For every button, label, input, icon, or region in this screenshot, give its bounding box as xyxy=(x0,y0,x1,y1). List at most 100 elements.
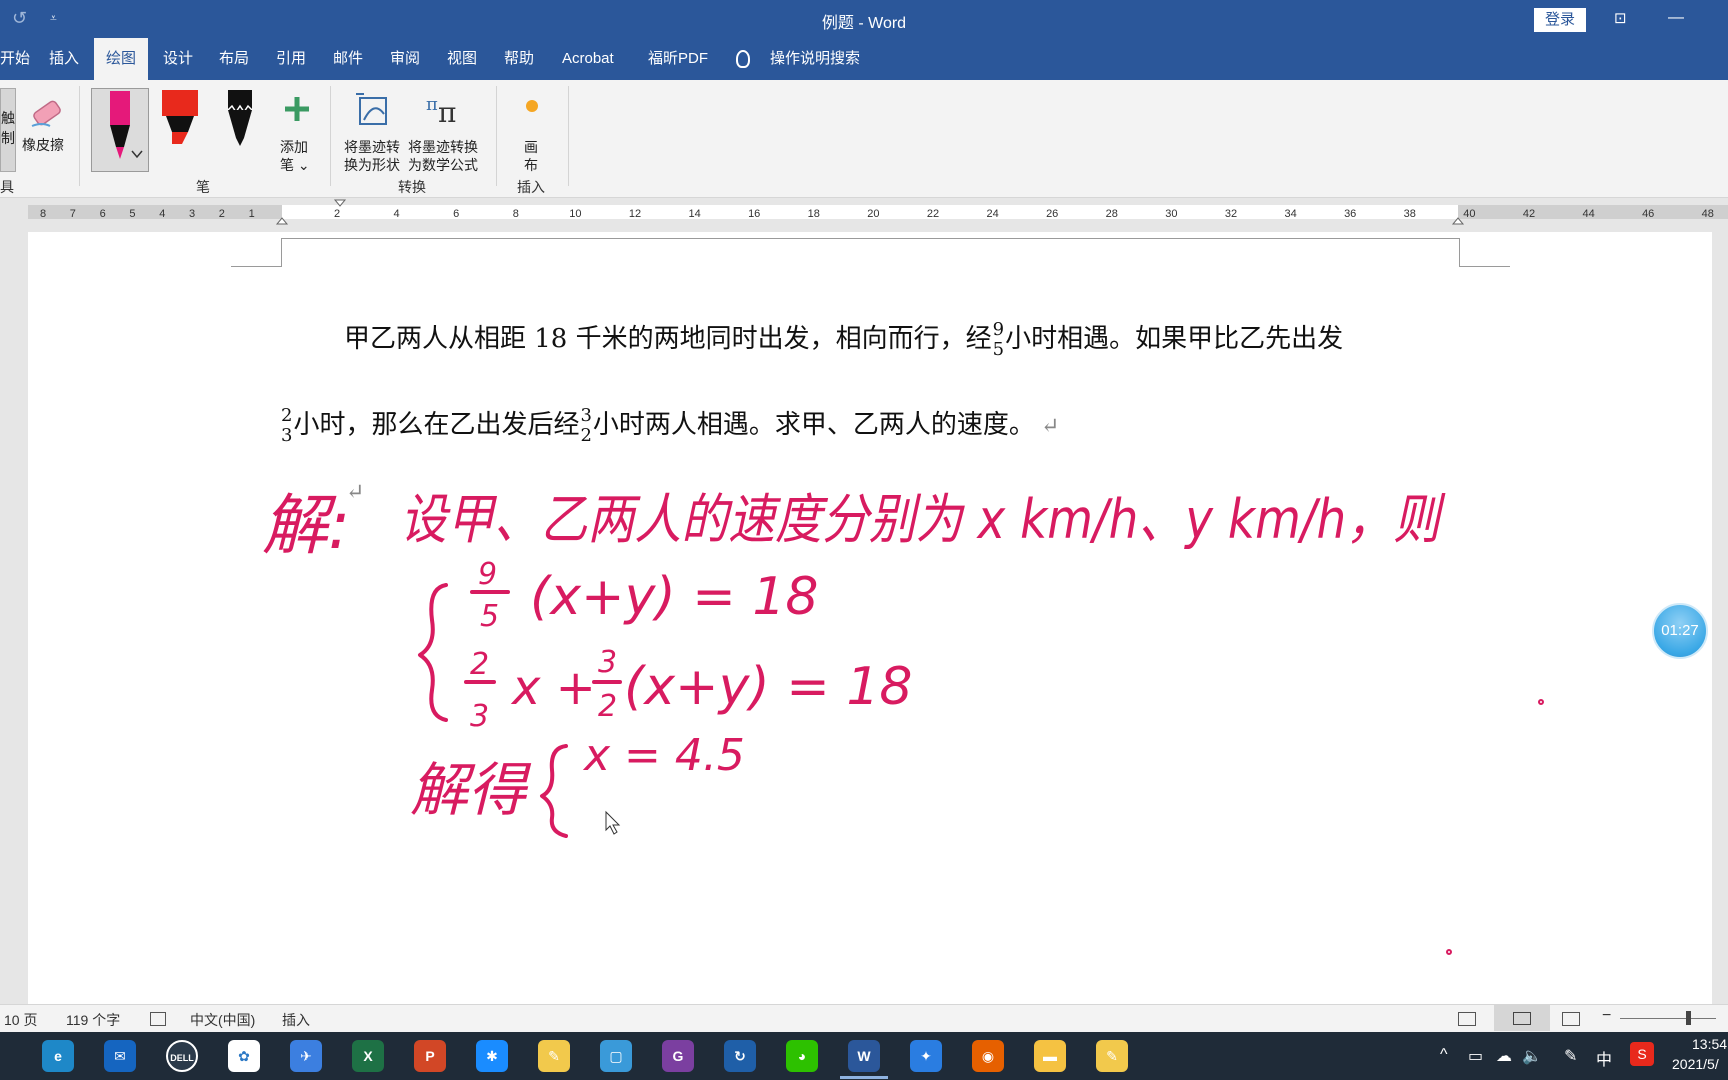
ruler-number: 26 xyxy=(1046,208,1058,220)
clock-time[interactable]: 13:54 xyxy=(1692,1036,1727,1052)
zoom-slider[interactable] xyxy=(1620,1018,1716,1019)
word-count[interactable]: 119 个字 xyxy=(66,1010,120,1030)
canvas-button[interactable]: 画 布 xyxy=(510,88,554,173)
minimize-button[interactable]: — xyxy=(1668,9,1690,27)
tab-layout[interactable]: 布局 xyxy=(219,38,249,80)
ruler-number: 34 xyxy=(1284,208,1296,220)
taskbar-sync-icon[interactable]: ↻ xyxy=(724,1040,756,1072)
add-pen-label-1: 添加 xyxy=(280,139,308,155)
ruler-numbers: 8 7 6 5 4 3 2 1 2 4 6 8 10 12 14 16 18 20 22 24 26 28 30 32 34 36… xyxy=(40,199,1714,225)
paragraph-2[interactable]: 2 3 小时，那么在乙出发后经 3 2 小时两人相遇。求甲、乙两人的速度。 ↵ xyxy=(280,404,1059,446)
print-layout-icon xyxy=(1513,1012,1531,1025)
language-status[interactable]: 中文(中国) xyxy=(190,1010,255,1030)
window-title: 例题 - Word xyxy=(821,15,907,32)
taskbar-firefox-icon[interactable]: ◉ xyxy=(972,1040,1004,1072)
pen-pink-button[interactable] xyxy=(91,88,149,172)
taskbar-kuaishou-icon[interactable]: ✦ xyxy=(910,1040,942,1072)
tab-mailings[interactable]: 邮件 xyxy=(333,38,363,80)
pink-pen-icon xyxy=(110,91,143,159)
tell-me-search[interactable]: 操作说明搜索 xyxy=(770,38,860,80)
tab-view[interactable]: 视图 xyxy=(447,38,477,80)
add-pen-button[interactable]: 添加 笔 ⌄ xyxy=(276,88,316,173)
first-line-indent-marker[interactable] xyxy=(333,199,347,207)
print-layout-view[interactable] xyxy=(1494,1005,1550,1031)
clock-date[interactable]: 2021/5/ xyxy=(1672,1056,1719,1072)
ruler-number: 46 xyxy=(1642,208,1654,220)
ruler-number: 4 xyxy=(394,208,400,220)
zoom-out-button[interactable]: − xyxy=(1602,1007,1611,1025)
page-count[interactable]: 10 页 xyxy=(4,1010,37,1030)
convert-group-label: 转换 xyxy=(398,179,426,195)
recording-timer[interactable]: 01:27 xyxy=(1652,603,1708,659)
touch-draw-label-1: 触 xyxy=(1,110,15,126)
ime-indicator[interactable]: 中 xyxy=(1596,1046,1612,1070)
taskbar-edge-icon[interactable]: e xyxy=(42,1040,74,1072)
taskbar-wechat-icon[interactable]: ◕ xyxy=(786,1040,818,1072)
tab-insert[interactable]: 插入 xyxy=(49,38,79,80)
taskbar-dingtalk-icon[interactable]: ✱ xyxy=(476,1040,508,1072)
left-indent-marker[interactable] xyxy=(275,217,289,225)
eraser-button[interactable]: 橡皮擦 xyxy=(22,88,72,172)
tab-design[interactable]: 设计 xyxy=(163,38,193,80)
taskbar-notes2-icon[interactable]: ✎ xyxy=(1096,1040,1128,1072)
ruler-number: 16 xyxy=(748,208,760,220)
read-mode-icon[interactable] xyxy=(1458,1012,1476,1026)
ink-to-shape-button[interactable]: 将墨迹转 换为形状 xyxy=(342,88,406,173)
document-page[interactable]: 甲乙两人从相距 18 千米的两地同时出发，相向而行，经 9 5 小时相遇。如果甲比乙先… xyxy=(28,232,1712,1004)
taskbar-dell-icon[interactable]: DELL xyxy=(166,1040,198,1072)
network-icon[interactable]: ☁ xyxy=(1496,1046,1512,1066)
group-separator xyxy=(330,86,331,186)
signin-button[interactable]: 登录 xyxy=(1534,8,1586,32)
insert-mode[interactable]: 插入 xyxy=(282,1010,310,1030)
volume-icon[interactable]: 🔈 xyxy=(1522,1046,1542,1066)
battery-icon[interactable]: ▭ xyxy=(1468,1046,1483,1066)
taskbar-feishu-icon[interactable]: ✈ xyxy=(290,1040,322,1072)
horizontal-ruler[interactable]: 8 7 6 5 4 3 2 1 2 4 6 8 10 12 14 16 18 20 22 24 26 28 30 32 34 36… xyxy=(0,198,1728,228)
active-app-indicator xyxy=(840,1076,888,1079)
pen-black-button[interactable] xyxy=(220,88,260,172)
taskbar-explorer-icon[interactable]: ▬ xyxy=(1034,1040,1066,1072)
tab-references[interactable]: 引用 xyxy=(276,38,306,80)
taskbar-photos-icon[interactable]: ✿ xyxy=(228,1040,260,1072)
taskbar-foxit-pdf-icon[interactable]: G xyxy=(662,1040,694,1072)
ruler-number: 3 xyxy=(189,208,195,220)
tab-home[interactable]: 开始 xyxy=(0,38,30,80)
ink-to-math-button[interactable]: π π 将墨迹转换 为数学公式 xyxy=(408,88,484,173)
sogou-ime-icon[interactable]: S xyxy=(1630,1042,1654,1066)
web-layout-icon[interactable] xyxy=(1562,1012,1580,1026)
touch-draw-button[interactable]: 触 制 xyxy=(0,88,16,172)
tab-foxit-pdf[interactable]: 福昕PDF xyxy=(648,38,708,80)
tools-group-label: 具 xyxy=(0,179,14,195)
ruler-number: 12 xyxy=(629,208,641,220)
taskbar-reader-icon[interactable]: ▢ xyxy=(600,1040,632,1072)
taskbar-notes-icon[interactable]: ✎ xyxy=(538,1040,570,1072)
pens-group-label: 笔 xyxy=(196,179,210,195)
status-bar: 10 页 119 个字 中文(中国) 插入 − xyxy=(0,1004,1728,1032)
tray-overflow-icon[interactable]: ^ xyxy=(1440,1046,1448,1064)
document-area[interactable]: 甲乙两人从相距 18 千米的两地同时出发，相向而行，经 9 5 小时相遇。如果甲比乙先… xyxy=(0,228,1728,1004)
pen-tray-icon[interactable]: ✎ xyxy=(1564,1046,1577,1066)
tab-acrobat[interactable]: Acrobat xyxy=(562,38,614,80)
zoom-slider-thumb[interactable] xyxy=(1686,1011,1691,1025)
paragraph-1[interactable]: 甲乙两人从相距 18 千米的两地同时出发，相向而行，经 9 5 小时相遇。如果甲比乙先… xyxy=(344,318,1343,360)
pen-red-button[interactable] xyxy=(158,88,202,172)
ribbon-display-options-icon[interactable]: ⊡ xyxy=(1614,9,1634,27)
svg-text:π: π xyxy=(438,96,456,129)
right-indent-marker[interactable] xyxy=(1451,217,1465,225)
taskbar-excel-icon[interactable]: X xyxy=(352,1040,384,1072)
taskbar-powerpoint-icon[interactable]: P xyxy=(414,1040,446,1072)
tab-draw[interactable]: 绘图 xyxy=(94,38,149,80)
ruler-number: 14 xyxy=(688,208,700,220)
taskbar-mail-icon[interactable]: ✉ xyxy=(104,1040,136,1072)
ruler-number: 24 xyxy=(986,208,998,220)
tab-review[interactable]: 审阅 xyxy=(390,38,420,80)
crop-mark xyxy=(231,266,282,267)
ink-to-math-icon: π π xyxy=(426,94,456,129)
empty-paragraph[interactable]: ↵ xyxy=(340,476,364,506)
taskbar-word-icon[interactable]: W xyxy=(848,1040,880,1072)
proofing-icon[interactable] xyxy=(150,1012,166,1026)
ink-to-shape-label-2: 换为形状 xyxy=(344,157,400,173)
tab-help[interactable]: 帮助 xyxy=(504,38,534,80)
paragraph-mark: ↵ xyxy=(1040,414,1060,439)
lightbulb-icon[interactable] xyxy=(736,50,750,68)
